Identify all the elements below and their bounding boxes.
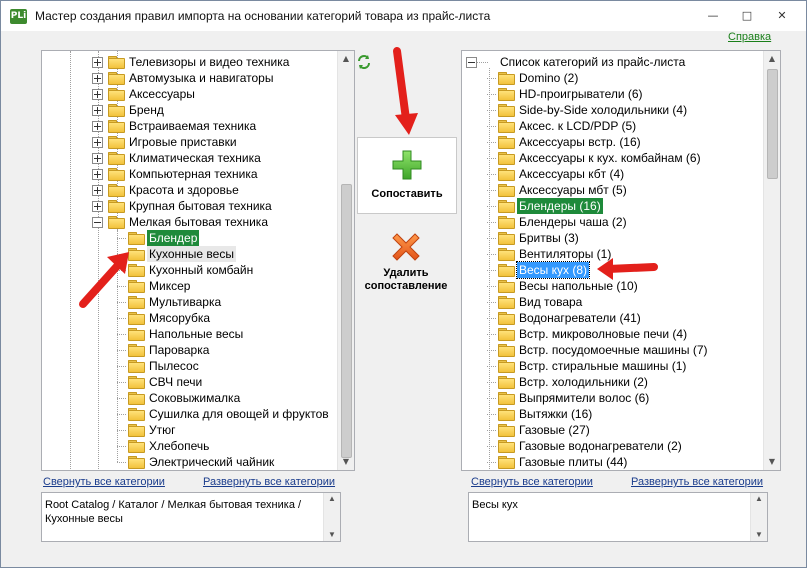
- wizard-window: PLi Мастер создания правил импорта на ос…: [0, 0, 807, 568]
- annotation-arrow-down: [393, 47, 410, 123]
- annotation-arrowhead-right: [597, 258, 613, 280]
- annotation-arrowhead-down: [395, 113, 418, 135]
- annotation-arrows: [79, 47, 658, 308]
- annotation-arrow-left: [79, 260, 123, 308]
- annotation-arrow-right: [604, 263, 658, 273]
